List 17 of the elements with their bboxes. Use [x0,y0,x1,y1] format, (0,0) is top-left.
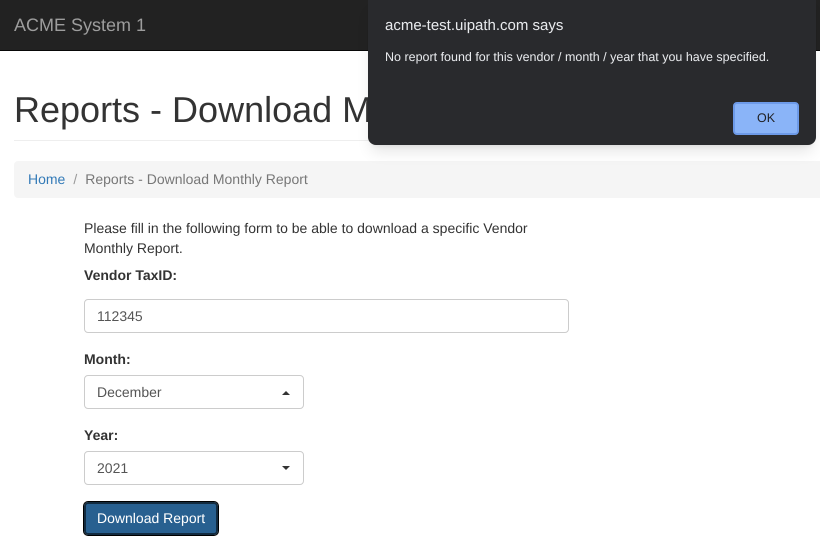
field-label: Year: [84,426,120,445]
select-field[interactable]: 2021 [84,451,304,485]
select-field[interactable]: December [84,375,304,409]
dialog-message: No report found for this vendor / month / year that you have specified. [385,48,770,66]
brand-title[interactable]: ACME System 1 [14,12,146,38]
breadcrumb-current: Reports - Download Monthly Report [85,170,308,189]
text-input[interactable]: 112345 [84,299,569,333]
intro-text: Please fill in the following form to be able to download a specific Vendor Monthly Report. [84,219,529,258]
breadcrumb-link[interactable]: Home [28,169,66,190]
caret-up-icon [281,390,291,394]
download-report-button[interactable]: Download Report [84,502,218,535]
caret-down-icon [281,466,291,470]
breadcrumb-separator: / [72,170,78,189]
ok-button[interactable]: OK [733,102,799,136]
dialog-title: acme-test.uipath.com says [385,16,564,36]
field-label: Vendor TaxID: [84,266,178,285]
field-label: Month: [84,350,132,369]
